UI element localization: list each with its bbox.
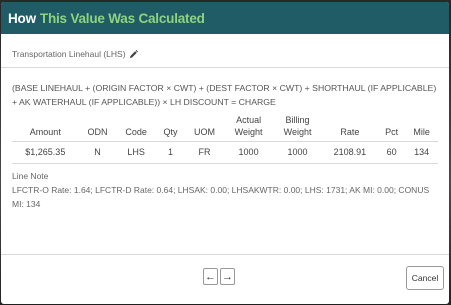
column-header-odn: ODN bbox=[78, 114, 117, 142]
dialog-title: This Value Was Calculated bbox=[39, 10, 205, 26]
cell-uom: FR bbox=[185, 141, 225, 164]
cancel-button[interactable]: Cancel bbox=[406, 266, 444, 290]
pagination-controls: ← → bbox=[203, 268, 235, 285]
column-header-qty: Qty bbox=[156, 114, 186, 142]
column-header-actual-line2: Weight bbox=[234, 127, 263, 137]
cell-actual-weight: 1000 bbox=[224, 141, 274, 164]
cell-odn: N bbox=[78, 141, 117, 164]
table-header-row: Amount ODN Code Qty UOM Actual Weight Bi… bbox=[12, 114, 438, 142]
column-header-rate: Rate bbox=[322, 114, 378, 142]
section-divider bbox=[1, 67, 449, 68]
arrow-right-icon: → bbox=[222, 270, 233, 283]
column-header-actual-weight: Actual Weight bbox=[224, 114, 274, 142]
line-note-text: LFCTR-O Rate: 1.64; LFCTR-D Rate: 0.64; … bbox=[12, 185, 430, 209]
dialog-body: Transportation Linehaul (LHS) (BASE LINE… bbox=[1, 49, 449, 211]
previous-button[interactable]: ← bbox=[203, 268, 218, 285]
cell-amount: $1,265.35 bbox=[12, 141, 79, 164]
line-note-label: Line Note bbox=[12, 171, 49, 181]
column-header-amount: Amount bbox=[12, 114, 79, 142]
cell-mile: 134 bbox=[405, 141, 438, 164]
cell-billing-weight: 1000 bbox=[273, 141, 323, 164]
arrow-left-icon: ← bbox=[205, 270, 216, 283]
column-header-uom: UOM bbox=[185, 114, 225, 142]
cell-qty: 1 bbox=[156, 141, 186, 164]
calculation-dialog: How This Value Was Calculated Transporta… bbox=[1, 2, 449, 304]
pencil-icon[interactable] bbox=[129, 49, 138, 59]
formula-text: (BASE LINEHAUL + (ORIGIN FACTOR × CWT) +… bbox=[12, 83, 437, 107]
cell-pct: 60 bbox=[377, 141, 406, 164]
dialog-header: How This Value Was Calculated bbox=[1, 2, 449, 34]
column-header-actual-line1: Actual bbox=[236, 115, 262, 125]
column-header-mile: Mile bbox=[405, 114, 438, 142]
cell-code: LHS bbox=[116, 141, 157, 164]
calculation-table: Amount ODN Code Qty UOM Actual Weight Bi… bbox=[12, 114, 438, 164]
column-header-billing-line2: Weight bbox=[283, 127, 312, 137]
dialog-footer: ← → Cancel bbox=[1, 254, 449, 303]
section-heading: Transportation Linehaul (LHS) bbox=[12, 49, 438, 59]
section-label: Transportation Linehaul (LHS) bbox=[12, 49, 126, 59]
next-button[interactable]: → bbox=[220, 268, 235, 285]
column-header-pct: Pct bbox=[377, 114, 406, 142]
column-header-billing-weight: Billing Weight bbox=[273, 114, 323, 142]
column-header-code: Code bbox=[116, 114, 157, 142]
cell-rate: 2108.91 bbox=[322, 141, 378, 164]
column-header-billing-line1: Billing bbox=[285, 115, 310, 125]
table-row: $1,265.35 N LHS 1 FR 1000 1000 2108.91 6… bbox=[12, 141, 438, 164]
dialog-title-prefix: How bbox=[8, 10, 36, 26]
